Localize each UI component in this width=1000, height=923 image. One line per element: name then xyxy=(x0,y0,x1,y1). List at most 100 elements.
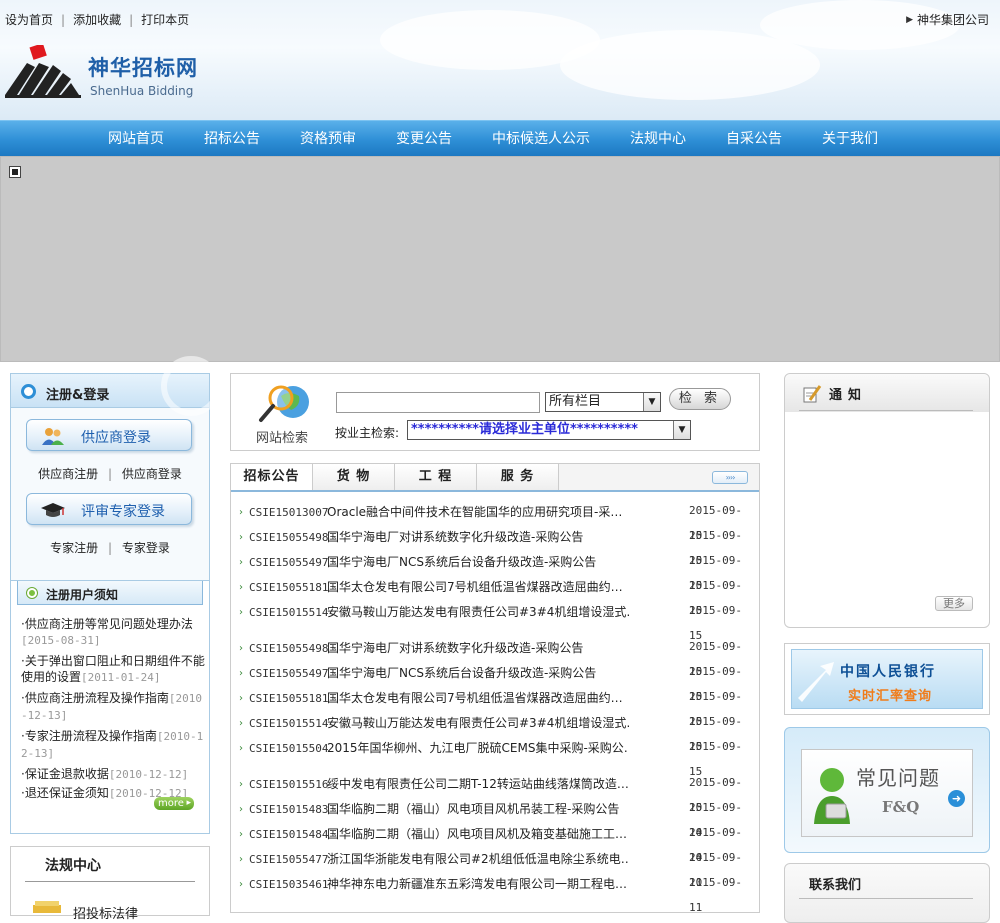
tender-row[interactable]: › CSIE15013007 Oracle融合中间件技术在智能国华的应用研究项目-采… xyxy=(239,500,753,542)
nav-item-winning-candidates[interactable]: 中标候选人公示 xyxy=(472,121,610,157)
tender-title[interactable]: 神华神东电力新疆准东五彩湾发电有限公司一期工程电… xyxy=(327,872,629,897)
tender-title[interactable]: 国华宁海电厂NCS系统后台设备升级改造-采购公告 xyxy=(327,550,629,575)
nav-item-regulations[interactable]: 法规中心 xyxy=(610,121,706,157)
tender-row[interactable]: › CSIE15015483 国华临朐二期（福山）风电项目风机吊装工程-采购公告 20… xyxy=(239,797,753,839)
tender-notice-panel: 招标公告 货 物 工 程 服 务 ›››› › CSIE15013007 Oracl… xyxy=(230,463,760,914)
tender-row[interactable]: › CSIE15055498 国华宁海电厂对讲系统数字化升级改造-采购公告 2015-… xyxy=(239,525,753,567)
tender-list: › CSIE15013007 Oracle融合中间件技术在智能国华的应用研究项目-采… xyxy=(239,500,753,914)
search-button[interactable]: 检 索 xyxy=(669,388,731,410)
arrow-right-icon: › xyxy=(239,643,243,654)
expert-links: 专家注册 | 专家登录 xyxy=(11,539,209,556)
tender-row[interactable]: › CSIE15015484 国华临朐二期（福山）风电项目风机及箱变基础施工工… 20… xyxy=(239,822,753,864)
supplier-login-label: 供应商登录 xyxy=(81,430,151,446)
divider xyxy=(799,410,973,411)
tender-row[interactable]: › CSIE15015504 2015年国华柳州、九江电厂脱硫CEMS集中采购-采购… xyxy=(239,736,753,778)
notice-more-button[interactable]: more xyxy=(154,797,194,810)
tender-code: CSIE15015484 xyxy=(249,828,329,841)
group-company-link[interactable]: ▶ 神华集团公司 xyxy=(906,11,989,28)
arrow-right-icon: › xyxy=(239,582,243,593)
arrow-right-icon: › xyxy=(239,829,243,840)
tender-title[interactable]: 安徽马鞍山万能达发电有限责任公司#3#4机组增设湿式… xyxy=(327,600,629,625)
tab-more-button[interactable]: ›››› xyxy=(712,471,748,484)
arrow-right-icon: › xyxy=(239,693,243,704)
banner-placeholder xyxy=(0,156,1000,362)
tender-title[interactable]: 国华太仓发电有限公司7号机组低温省煤器改造屈曲约… xyxy=(327,686,629,711)
supplier-login-link[interactable]: 供应商登录 xyxy=(122,467,182,481)
nav-item-change-notice[interactable]: 变更公告 xyxy=(376,121,472,157)
support-person-icon xyxy=(814,768,850,824)
tab-engineering[interactable]: 工 程 xyxy=(395,464,477,490)
tender-row[interactable]: › CSIE15015516 绥中发电有限责任公司二期T-12转运站曲线落煤筒改造…… xyxy=(239,772,753,814)
tender-title[interactable]: 国华宁海电厂对讲系统数字化升级改造-采购公告 xyxy=(327,636,629,661)
arrow-right-icon: › xyxy=(239,668,243,679)
faq-button[interactable]: 常见问题 F&Q ➜ xyxy=(801,749,973,837)
tab-tender-notice[interactable]: 招标公告 xyxy=(231,464,313,490)
law-item-link[interactable]: 招投标法律 xyxy=(73,903,138,922)
expert-register-link[interactable]: 专家注册 xyxy=(50,541,98,555)
tender-row[interactable]: › CSIE15015514 安徽马鞍山万能达发电有限责任公司#3#4机组增设湿式…… xyxy=(239,711,753,753)
tender-row[interactable]: › CSIE15055498 国华宁海电厂对讲系统数字化升级改造-采购公告 2015-… xyxy=(239,636,753,678)
tender-title[interactable]: Oracle融合中间件技术在智能国华的应用研究项目-采… xyxy=(327,500,629,525)
search-input[interactable] xyxy=(336,392,540,413)
supplier-register-link[interactable]: 供应商注册 xyxy=(38,467,98,481)
tender-title[interactable]: 2015年国华柳州、九江电厂脱硫CEMS集中采购-采购公… xyxy=(327,736,629,761)
tender-title[interactable]: 国华太仓发电有限公司7号机组低温省煤器改造屈曲约… xyxy=(327,575,629,600)
list-item[interactable]: ·保证金退款收据[2010-12-12] xyxy=(21,766,206,783)
plugin-placeholder-icon xyxy=(9,166,21,178)
tab-goods[interactable]: 货 物 xyxy=(313,464,395,490)
tab-services[interactable]: 服 务 xyxy=(477,464,559,490)
bank-rate-inner: 中国人民银行 实时汇率查询 xyxy=(791,649,983,709)
list-item[interactable]: ·专家注册流程及操作指南[2010-12-13] xyxy=(21,728,206,762)
faq-subtitle: F&Q xyxy=(882,798,920,816)
register-login-title: 注册&登录 xyxy=(46,388,110,403)
law-center-title: 法规中心 xyxy=(45,858,101,874)
tender-row[interactable]: › CSIE15055497 国华宁海电厂NCS系统后台设备升级改造-采购公告 201… xyxy=(239,661,753,703)
tender-title[interactable]: 浙江国华浙能发电有限公司#2机组低低温电除尘系统电… xyxy=(327,847,629,872)
notice-date: [2011-01-24] xyxy=(81,671,161,684)
group-company-label: 神华集团公司 xyxy=(916,13,989,27)
tender-row[interactable]: › CSIE15055181 国华太仓发电有限公司7号机组低温省煤器改造屈曲约… 20… xyxy=(239,575,753,617)
print-page-link[interactable]: 打印本页 xyxy=(141,11,189,28)
nav-item-prequalification[interactable]: 资格预审 xyxy=(280,121,376,157)
user-notice-list: ·供应商注册等常见问题处理办法 [2015-08-31] ·关于弹出窗口阻止和日期… xyxy=(21,616,206,806)
separator: | xyxy=(129,12,134,27)
tender-code: CSIE15055497 xyxy=(249,556,329,569)
tender-title[interactable]: 安徽马鞍山万能达发电有限责任公司#3#4机组增设湿式… xyxy=(327,711,629,736)
category-select[interactable]: 所有栏目 ▼ xyxy=(545,392,661,412)
nav-item-about-us[interactable]: 关于我们 xyxy=(802,121,898,157)
nav-item-home[interactable]: 网站首页 xyxy=(88,121,184,157)
list-item[interactable]: ·关于弹出窗口阻止和日期组件不能使用的设置[2011-01-24] xyxy=(21,653,206,686)
users-icon xyxy=(42,428,64,445)
tender-code: CSIE15015516 xyxy=(249,778,329,791)
bank-rate-banner[interactable]: 中国人民银行 实时汇率查询 xyxy=(784,643,990,715)
pen-paper-icon xyxy=(803,385,822,403)
separator: | xyxy=(107,467,113,481)
tender-title[interactable]: 国华临朐二期（福山）风电项目风机及箱变基础施工工… xyxy=(327,822,629,847)
tender-title[interactable]: 绥中发电有限责任公司二期T-12转运站曲线落煤筒改造… xyxy=(327,772,629,797)
tender-row[interactable]: › CSIE15015514 安徽马鞍山万能达发电有限责任公司#3#4机组增设湿式…… xyxy=(239,600,753,642)
notification-more-button[interactable]: 更多 xyxy=(935,596,973,611)
arrow-right-icon: › xyxy=(239,854,243,865)
supplier-login-button[interactable]: 供应商登录 xyxy=(26,419,192,451)
tender-row[interactable]: › CSIE15055181 国华太仓发电有限公司7号机组低温省煤器改造屈曲约… 20… xyxy=(239,686,753,728)
tender-title[interactable]: 国华宁海电厂NCS系统后台设备升级改造-采购公告 xyxy=(327,661,629,686)
nav-item-tender-notice[interactable]: 招标公告 xyxy=(184,121,280,157)
faq-panel: 常见问题 F&Q ➜ xyxy=(784,727,990,853)
tender-title[interactable]: 国华临朐二期（福山）风电项目风机吊装工程-采购公告 xyxy=(327,797,629,822)
list-item[interactable]: ·供应商注册等常见问题处理办法 [2015-08-31] xyxy=(21,616,206,649)
site-search-panel: 网站检索 所有栏目 ▼ 检 索 按业主检索: **********请选择业主单位… xyxy=(230,373,760,451)
tender-title[interactable]: 国华宁海电厂对讲系统数字化升级改造-采购公告 xyxy=(327,525,629,550)
nav-item-self-procurement[interactable]: 自采公告 xyxy=(706,121,802,157)
tender-row[interactable]: › CSIE15035461 神华神东电力新疆准东五彩湾发电有限公司一期工程电… 20… xyxy=(239,872,753,914)
tender-row[interactable]: › CSIE15055477 浙江国华浙能发电有限公司#2机组低低温电除尘系统电… 2… xyxy=(239,847,753,889)
divider xyxy=(799,898,973,899)
set-homepage-link[interactable]: 设为首页 xyxy=(5,11,53,28)
notification-header: 通知 xyxy=(785,374,989,412)
add-favorite-link[interactable]: 添加收藏 xyxy=(73,11,121,28)
tender-row[interactable]: › CSIE15055497 国华宁海电厂NCS系统后台设备升级改造-采购公告 201… xyxy=(239,550,753,592)
expert-login-link[interactable]: 专家登录 xyxy=(122,541,170,555)
arc-decoration xyxy=(161,356,221,416)
expert-login-button[interactable]: 评审专家登录 xyxy=(26,493,192,525)
owner-select[interactable]: **********请选择业主单位********** ▼ xyxy=(407,420,691,440)
list-item[interactable]: ·供应商注册流程及操作指南[2010-12-13] xyxy=(21,690,206,724)
